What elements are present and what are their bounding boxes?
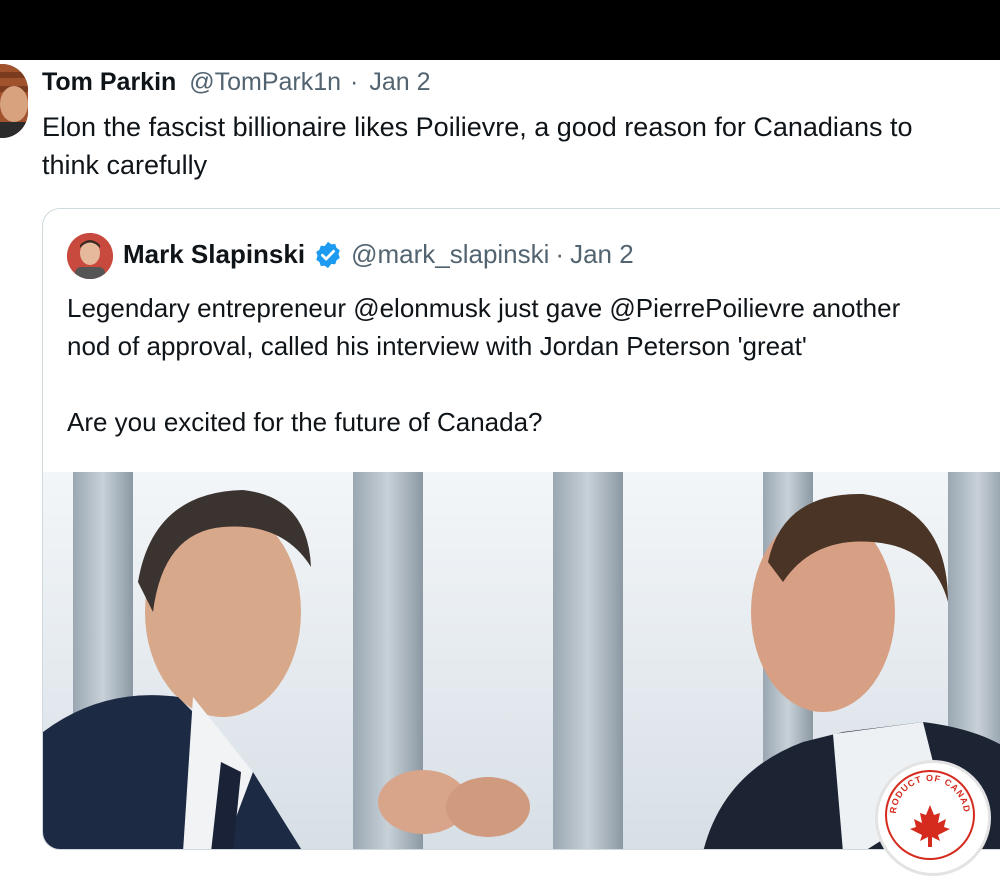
quoted-text-line-1: Legendary entrepreneur @elonmusk just ga… bbox=[67, 293, 901, 323]
tweet-separator: · bbox=[350, 68, 359, 96]
tweet-header: Tom Parkin @TomPark1n · Jan 2 bbox=[42, 68, 430, 97]
quoted-separator: · bbox=[555, 239, 565, 269]
verified-badge-icon bbox=[313, 240, 343, 270]
tweet-author-name[interactable]: Tom Parkin bbox=[42, 68, 176, 96]
quoted-tweet-photo[interactable] bbox=[43, 472, 1000, 849]
tweet-date[interactable]: Jan 2 bbox=[369, 68, 430, 96]
tweet-text: Elon the fascist billionaire likes Poili… bbox=[42, 108, 1000, 184]
product-of-canada-watermark: PRODUCT OF CANADA bbox=[874, 755, 991, 876]
quoted-text-line-3: Are you excited for the future of Canada… bbox=[67, 407, 543, 437]
quoted-author-handle[interactable]: @mark_slapinski bbox=[351, 239, 549, 270]
quoted-tweet-text: Legendary entrepreneur @elonmusk just ga… bbox=[67, 289, 1000, 441]
tweet-text-line-1: Elon the fascist billionaire likes Poili… bbox=[42, 112, 913, 142]
top-black-bar bbox=[0, 0, 1000, 60]
quoted-author-avatar[interactable] bbox=[67, 233, 113, 279]
maple-leaf-icon bbox=[910, 805, 950, 847]
quoted-text-line-2: nod of approval, called his interview wi… bbox=[67, 331, 807, 361]
quoted-date[interactable]: Jan 2 bbox=[570, 239, 634, 270]
tweet-text-line-2: think carefully bbox=[42, 150, 208, 180]
quoted-author-name[interactable]: Mark Slapinski bbox=[123, 239, 305, 270]
quoted-tweet-header: Mark Slapinski @mark_slapinski · Jan 2 bbox=[123, 239, 634, 270]
quoted-tweet-card[interactable]: Mark Slapinski @mark_slapinski · Jan 2 L… bbox=[42, 208, 1000, 850]
tweet-author-handle[interactable]: @TomPark1n bbox=[189, 68, 341, 96]
tweet-author-avatar[interactable] bbox=[0, 64, 28, 138]
